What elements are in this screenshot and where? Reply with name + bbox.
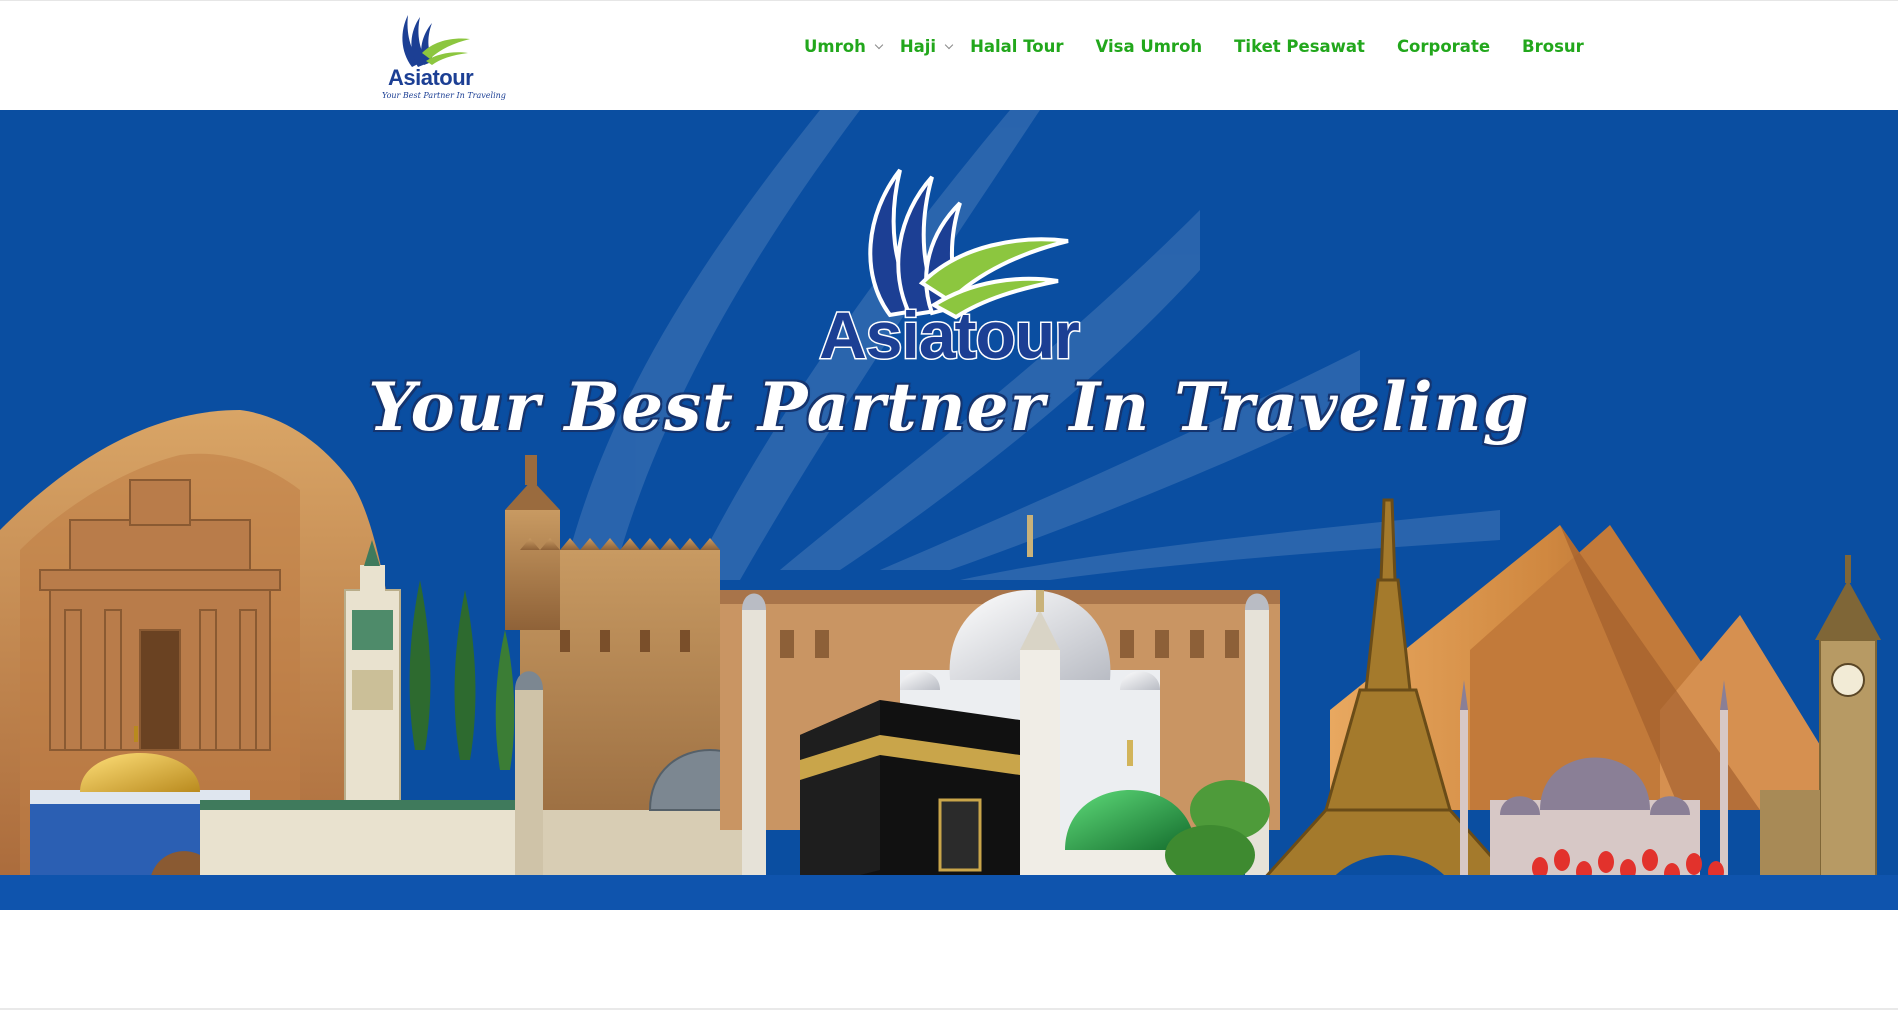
logo-tagline: Your Best Partner In Traveling [382,91,506,100]
nav-item-label: Umroh [804,37,866,56]
nav-item-label: Haji [899,37,937,56]
hero-banner: Asiatour Your Best Partner In Traveling [0,110,1898,910]
nav-item-haji[interactable]: Haji [899,37,954,56]
nav-item-label: Corporate [1396,37,1491,56]
chevron-down-icon [874,40,884,49]
nav-item-visa-umroh[interactable]: Visa Umroh [1096,37,1203,56]
main-nav: Umroh Haji Halal Tour Visa Umroh Tiket P… [804,37,1616,56]
nav-item-corporate[interactable]: Corporate [1397,37,1490,56]
nav-item-umroh[interactable]: Umroh [804,37,884,56]
nav-item-label: Tiket Pesawat [1234,37,1365,56]
hero-title: Asiatour [818,297,1082,374]
hero-tagline: Your Best Partner In Traveling [368,368,1530,446]
chevron-down-icon [944,40,954,49]
logo-wing-icon [402,15,470,67]
page-divider [0,1008,1898,1010]
page: Asiatour Your Best Partner In Traveling … [0,0,1898,1011]
nav-item-label: Visa Umroh [1095,37,1203,56]
logo-wordmark: Asiatour [388,65,474,90]
site-header: Asiatour Your Best Partner In Traveling … [0,0,1898,111]
hero-illustration [0,110,1898,910]
nav-item-label: Brosur [1522,37,1584,56]
nav-item-label: Halal Tour [970,37,1064,56]
nav-item-halal-tour[interactable]: Halal Tour [970,37,1063,56]
site-logo[interactable]: Asiatour Your Best Partner In Traveling [378,9,506,105]
nav-item-tiket-pesawat[interactable]: Tiket Pesawat [1234,37,1365,56]
nav-item-brosur[interactable]: Brosur [1522,37,1584,56]
